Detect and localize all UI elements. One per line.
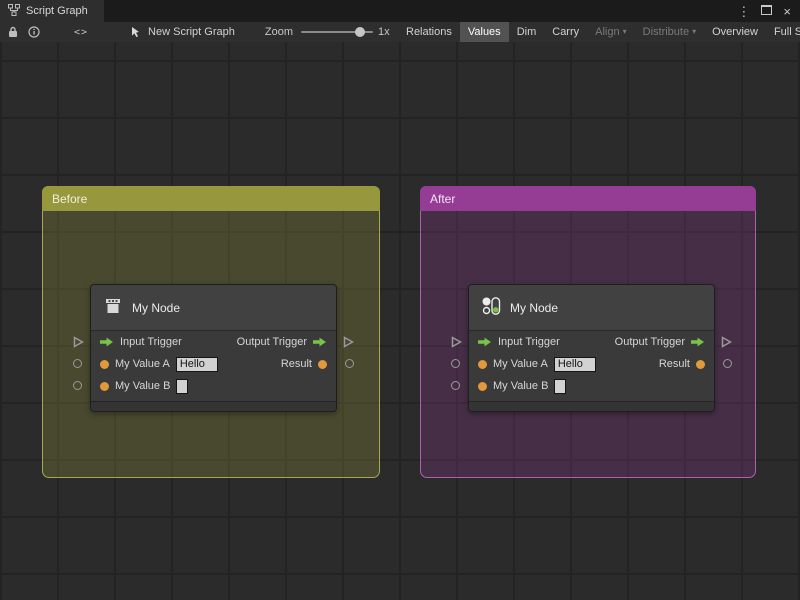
box-machine-icon bbox=[103, 296, 123, 319]
node-my-node-after[interactable]: My Node Input Trigger Output Trigger My … bbox=[451, 284, 733, 412]
port-label: Output Trigger bbox=[236, 336, 307, 348]
port-label: My Value A bbox=[493, 358, 548, 370]
flow-out-port-icon[interactable] bbox=[691, 337, 705, 347]
values-button[interactable]: Values bbox=[459, 22, 509, 42]
port-row: My Value A Result bbox=[469, 353, 714, 375]
flow-output-port[interactable] bbox=[343, 335, 355, 353]
node-footer bbox=[91, 401, 336, 411]
info-icon[interactable] bbox=[28, 22, 40, 42]
maximize-icon[interactable] bbox=[761, 2, 773, 20]
lock-icon[interactable] bbox=[8, 22, 18, 42]
value-port-icon[interactable] bbox=[100, 381, 109, 391]
port-row: My Value B bbox=[469, 375, 714, 397]
tab-script-graph[interactable]: Script Graph bbox=[0, 0, 104, 22]
value-input-port-a[interactable] bbox=[451, 359, 460, 368]
my-value-b-input[interactable] bbox=[554, 378, 567, 394]
dim-button[interactable]: Dim bbox=[509, 22, 545, 42]
node-my-node-before[interactable]: My Node Input Trigger Output Trigger My … bbox=[73, 284, 355, 412]
value-input-port-b[interactable] bbox=[451, 381, 460, 390]
flow-output-port[interactable] bbox=[721, 335, 733, 353]
flow-input-port[interactable] bbox=[73, 335, 85, 353]
tab-title: Script Graph bbox=[26, 5, 88, 17]
graph-pointer-icon bbox=[130, 22, 142, 42]
flow-input-port[interactable] bbox=[451, 335, 463, 353]
relations-button[interactable]: Relations bbox=[398, 22, 460, 42]
port-row: My Value B bbox=[91, 375, 336, 397]
value-port-icon[interactable] bbox=[100, 359, 109, 369]
port-label: My Value B bbox=[115, 380, 171, 392]
port-row: Input Trigger Output Trigger bbox=[469, 331, 714, 353]
carry-button[interactable]: Carry bbox=[544, 22, 587, 42]
zoom-slider-handle[interactable] bbox=[354, 27, 365, 37]
graph-toolbar: <> New Script Graph Zoom 1x Relations Va… bbox=[0, 22, 800, 43]
port-label: Input Trigger bbox=[498, 336, 560, 348]
graph-tab-icon bbox=[8, 3, 20, 19]
my-value-b-input[interactable] bbox=[176, 378, 189, 394]
value-output-port-result[interactable] bbox=[723, 359, 732, 368]
zoom-slider[interactable] bbox=[300, 27, 373, 37]
window-controls: ⋮ × bbox=[737, 0, 800, 22]
value-input-port-b[interactable] bbox=[73, 381, 82, 390]
group-before-header[interactable]: Before bbox=[42, 186, 380, 211]
distribute-button[interactable]: Distribute ▾ bbox=[635, 22, 704, 42]
flow-in-port-icon[interactable] bbox=[478, 337, 492, 347]
port-label: Result bbox=[280, 358, 312, 370]
port-row: Input Trigger Output Trigger bbox=[91, 331, 336, 353]
my-value-a-input[interactable] bbox=[175, 356, 218, 372]
flow-out-port-icon[interactable] bbox=[313, 337, 327, 347]
zoom-value: 1x bbox=[377, 26, 390, 38]
chevron-down-icon: ▾ bbox=[622, 27, 627, 36]
graph-name-label: New Script Graph bbox=[148, 26, 235, 38]
node-header[interactable]: My Node bbox=[91, 285, 336, 331]
node-title: My Node bbox=[510, 300, 559, 315]
port-label: Result bbox=[658, 358, 690, 370]
port-label: My Value A bbox=[115, 358, 170, 370]
kebab-menu-icon[interactable]: ⋮ bbox=[737, 5, 750, 18]
script-graph-window: Script Graph ⋮ × <> New Script Graph Zoo… bbox=[0, 0, 800, 600]
group-after[interactable]: After My Node Input Trigger Output Trigg… bbox=[420, 186, 756, 478]
flow-in-port-icon[interactable] bbox=[100, 337, 114, 347]
group-title: After bbox=[430, 191, 456, 206]
port-label: Input Trigger bbox=[120, 336, 182, 348]
value-port-icon[interactable] bbox=[478, 359, 487, 369]
fullscreen-button[interactable]: Full Screen bbox=[766, 22, 800, 42]
group-after-header[interactable]: After bbox=[420, 186, 756, 211]
code-icon[interactable]: <> bbox=[74, 27, 88, 38]
port-row: My Value A Result bbox=[91, 353, 336, 375]
value-port-icon[interactable] bbox=[696, 359, 705, 369]
value-input-port-a[interactable] bbox=[73, 359, 82, 368]
port-label: My Value B bbox=[493, 380, 549, 392]
port-label: Output Trigger bbox=[614, 336, 685, 348]
close-icon[interactable]: × bbox=[783, 5, 791, 18]
node-footer bbox=[469, 401, 714, 411]
overview-button[interactable]: Overview bbox=[704, 22, 766, 42]
tab-bar: Script Graph ⋮ × bbox=[0, 0, 800, 22]
value-output-port-result[interactable] bbox=[345, 359, 354, 368]
align-button[interactable]: Align ▾ bbox=[587, 22, 634, 42]
node-header[interactable]: My Node bbox=[469, 285, 714, 331]
toolbar-buttons: Relations Values Dim Carry Align ▾ Distri… bbox=[398, 22, 800, 42]
value-port-icon[interactable] bbox=[478, 381, 487, 391]
toolbar-left: <> New Script Graph Zoom 1x bbox=[0, 22, 390, 42]
toggle-capsule-icon bbox=[481, 296, 501, 319]
chevron-down-icon: ▾ bbox=[692, 27, 697, 36]
my-value-a-input[interactable] bbox=[553, 356, 596, 372]
zoom-label: Zoom bbox=[264, 26, 293, 38]
group-before[interactable]: Before My Node Input Trigger Output Trig… bbox=[42, 186, 380, 478]
node-title: My Node bbox=[132, 300, 181, 315]
group-title: Before bbox=[52, 191, 88, 206]
graph-canvas[interactable]: Before My Node Input Trigger Output Trig… bbox=[0, 42, 800, 600]
value-port-icon[interactable] bbox=[318, 359, 327, 369]
